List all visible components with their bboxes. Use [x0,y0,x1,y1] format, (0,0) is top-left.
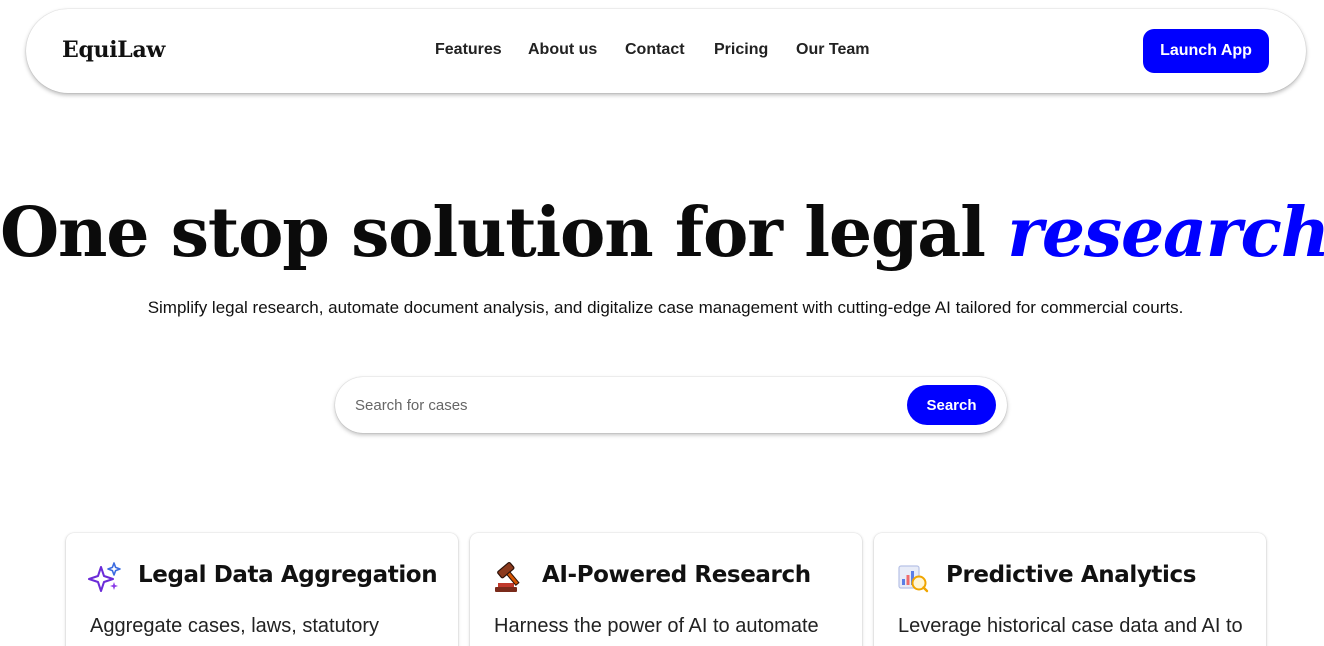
nav-item-contact[interactable]: Contact [625,41,685,59]
feature-card-ai-powered-research: AI-Powered Research Harness the power of… [470,533,862,646]
gavel-icon [495,561,520,592]
feature-card-legal-data-aggregation: Legal Data Aggregation Aggregate cases, … [66,533,458,646]
feature-card-predictive-analytics: Predictive Analytics Leverage historical… [874,533,1266,646]
nav-item-features[interactable]: Features [435,41,502,59]
analytics-icon [898,565,929,593]
feature-title: Predictive Analytics [946,562,1197,588]
nav-links: Features About us Contact Pricing Our Te… [26,41,1306,63]
top-navbar: EquiLaw Features About us Contact Pricin… [26,9,1306,93]
feature-title: AI-Powered Research [542,562,811,588]
search-input[interactable] [355,391,895,419]
nav-item-pricing[interactable]: Pricing [714,41,768,59]
nav-item-about-us[interactable]: About us [528,41,597,59]
search-button[interactable]: Search [907,385,996,425]
search-bar: Search [335,377,1007,433]
feature-description: Leverage historical case data and AI to [898,615,1243,637]
sparkles-icon [88,562,121,592]
hero-subtitle: Simplify legal research, automate docume… [147,298,1184,317]
hero-title-main: One stop solution for legal [0,193,1008,273]
hero-title: One stop solution for legal research! [0,188,1324,278]
launch-app-button[interactable]: Launch App [1143,29,1269,73]
hero-title-accent: research! [1007,193,1324,273]
feature-description: Harness the power of AI to automate [494,615,819,637]
feature-title: Legal Data Aggregation [138,562,438,588]
nav-item-our-team[interactable]: Our Team [796,41,870,59]
feature-description: Aggregate cases, laws, statutory [90,615,380,637]
